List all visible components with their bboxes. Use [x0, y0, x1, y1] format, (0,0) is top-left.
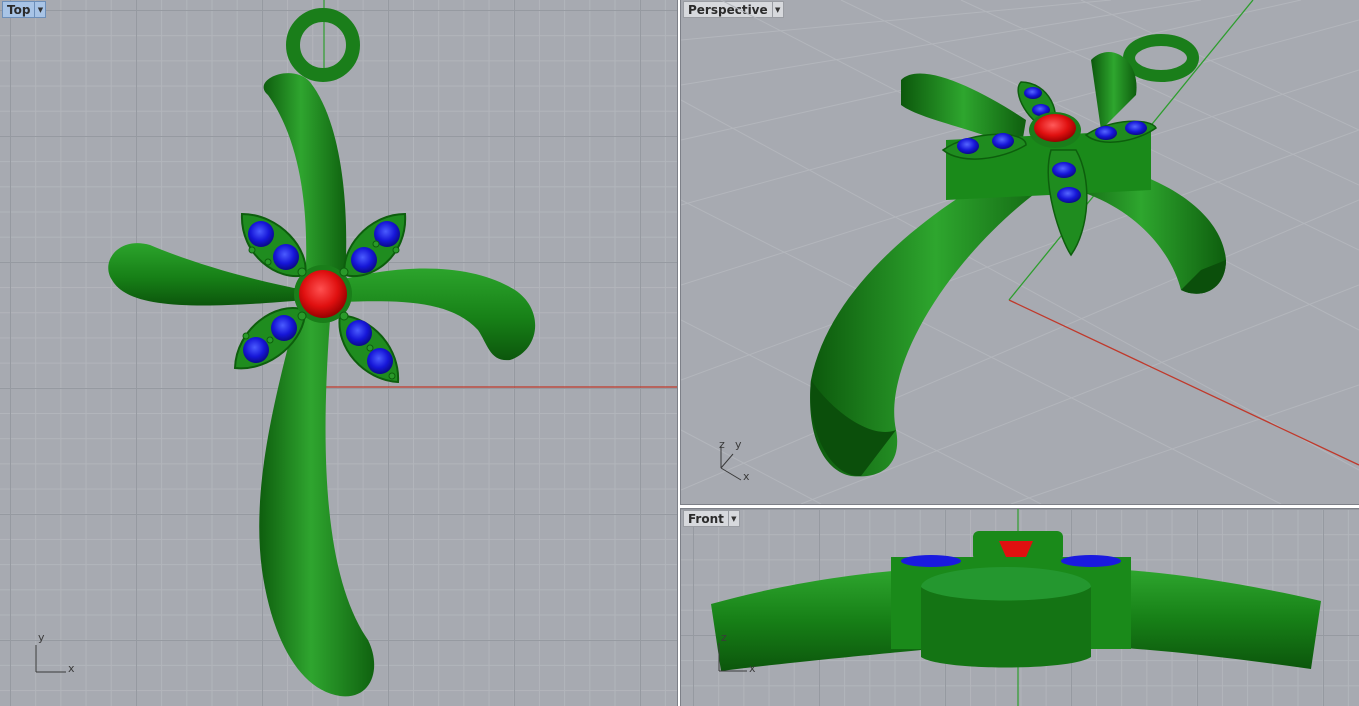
ruby-gem	[1034, 114, 1076, 142]
axis-z-label: z	[719, 438, 725, 451]
axis-z-label: z	[721, 631, 727, 644]
petal-upper-left	[240, 212, 307, 278]
bail-ring	[1123, 34, 1199, 82]
axis-y-label: y	[38, 631, 45, 644]
perspective-grid	[681, 0, 1359, 504]
axis-x-label: x	[743, 470, 750, 483]
axis-gizmo	[720, 446, 742, 481]
front-scene	[711, 509, 1321, 706]
top-viewport[interactable]: Top ▼ x y	[0, 0, 678, 706]
band-right	[1111, 569, 1321, 669]
sapphire-right	[1061, 555, 1121, 567]
x-axis-line	[1008, 299, 1359, 466]
axis-gizmo	[35, 645, 66, 673]
front-viewport[interactable]: Front ▼ x z	[680, 508, 1359, 706]
axis-x-label: x	[749, 662, 756, 675]
axis-x-label: x	[68, 662, 75, 675]
perspective-scene	[681, 0, 1359, 504]
petal-front	[1047, 149, 1088, 257]
perspective-viewport[interactable]: Perspective ▼ x y z	[680, 0, 1359, 505]
top-scene	[35, 0, 677, 697]
sapphire-left	[901, 555, 961, 567]
bail-ring	[286, 8, 360, 82]
ruby-gem	[299, 270, 347, 318]
axis-y-label: y	[735, 438, 742, 451]
